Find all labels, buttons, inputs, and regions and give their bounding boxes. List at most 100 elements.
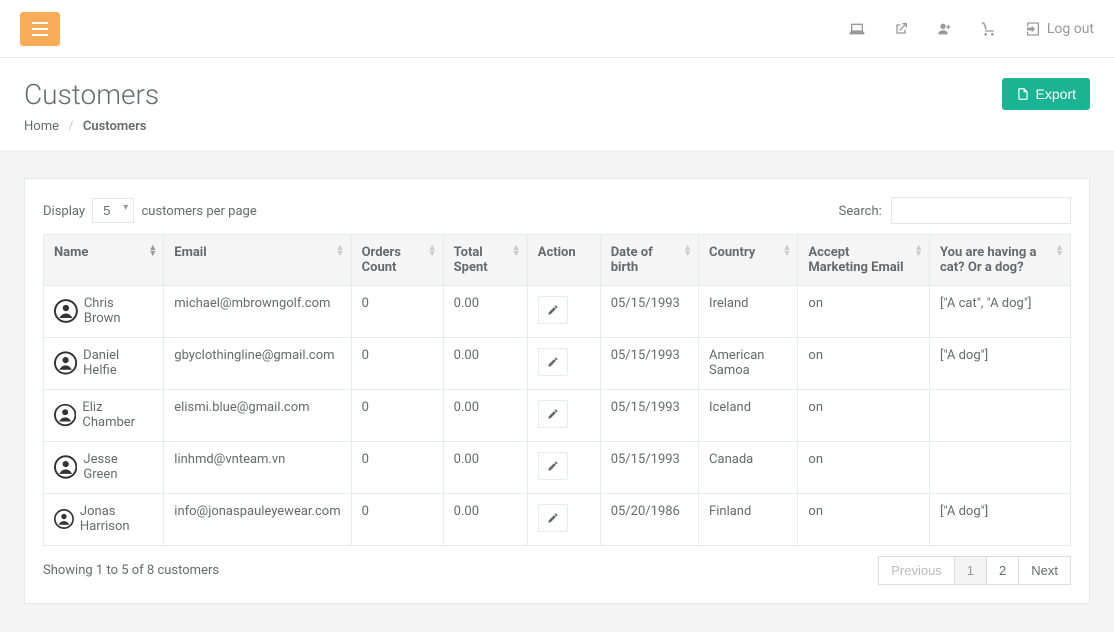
display-length-control: Display 5 customers per page	[43, 198, 257, 223]
cell-marketing: on	[798, 338, 930, 390]
cell-pet	[930, 442, 1071, 494]
sort-icon: ▲▼	[914, 245, 923, 257]
edit-row-button[interactable]	[538, 504, 568, 532]
cell-pet: ["A cat", "A dog"]	[930, 286, 1071, 338]
cell-dob: 05/15/1993	[600, 442, 698, 494]
user-avatar-icon	[54, 507, 74, 531]
user-avatar-icon	[54, 351, 77, 375]
cell-orders: 0	[351, 494, 443, 546]
edit-icon	[547, 304, 559, 316]
edit-row-button[interactable]	[538, 296, 568, 324]
cell-dob: 05/15/1993	[600, 390, 698, 442]
sort-icon: ▲▼	[428, 245, 437, 257]
table-row: Eliz Chamber elismi.blue@gmail.com00.00 05…	[44, 390, 1071, 442]
external-link-icon[interactable]	[893, 21, 909, 37]
bars-icon	[32, 22, 48, 36]
cell-country: Finland	[699, 494, 798, 546]
page-2-button[interactable]: 2	[986, 556, 1019, 585]
add-user-icon[interactable]	[937, 21, 953, 37]
logout-icon	[1025, 21, 1041, 37]
cell-marketing: on	[798, 286, 930, 338]
cell-orders: 0	[351, 390, 443, 442]
col-spent[interactable]: Total Spent▲▼	[443, 235, 527, 286]
col-marketing[interactable]: Accept Marketing Email▲▼	[798, 235, 930, 286]
table-row: Daniel Helfie gbyclothingline@gmail.com0 0…	[44, 338, 1071, 390]
cell-marketing: on	[798, 494, 930, 546]
sort-icon: ▲▼	[683, 245, 692, 257]
cell-spent: 0.00	[443, 390, 527, 442]
cell-dob: 05/20/1986	[600, 494, 698, 546]
cart-icon[interactable]	[981, 21, 997, 37]
cell-email: linhmd@vnteam.vn	[164, 442, 351, 494]
cell-pet: ["A dog"]	[930, 338, 1071, 390]
edit-icon	[547, 356, 559, 368]
cell-orders: 0	[351, 286, 443, 338]
search-input[interactable]	[891, 197, 1071, 224]
table-info: Showing 1 to 5 of 8 customers	[43, 563, 219, 578]
export-button[interactable]: Export	[1002, 78, 1090, 110]
logout-link[interactable]: Log out	[1025, 21, 1094, 37]
breadcrumb: Home / Customers	[24, 119, 159, 134]
cell-spent: 0.00	[443, 442, 527, 494]
breadcrumb-current: Customers	[83, 119, 147, 134]
edit-row-button[interactable]	[538, 348, 568, 376]
cell-orders: 0	[351, 442, 443, 494]
next-page-button[interactable]: Next	[1018, 556, 1071, 585]
col-country[interactable]: Country▲▼	[699, 235, 798, 286]
sort-icon: ▲▼	[336, 245, 345, 257]
col-email[interactable]: Email▲▼	[164, 235, 351, 286]
cell-marketing: on	[798, 442, 930, 494]
cell-country: Ireland	[699, 286, 798, 338]
edit-icon	[547, 408, 559, 420]
sort-icon: ▲▼	[783, 245, 792, 257]
logout-label: Log out	[1047, 21, 1094, 37]
cell-spent: 0.00	[443, 286, 527, 338]
user-avatar-icon	[54, 403, 76, 427]
cell-name: Eliz Chamber	[82, 400, 153, 430]
cell-orders: 0	[351, 338, 443, 390]
cell-pet	[930, 390, 1071, 442]
customers-table: Name▲▼ Email▲▼ Orders Count▲▼ Total Spen…	[43, 234, 1071, 546]
edit-row-button[interactable]	[538, 452, 568, 480]
sort-icon: ▲▼	[148, 245, 157, 257]
cell-dob: 05/15/1993	[600, 338, 698, 390]
cell-name: Daniel Helfie	[83, 348, 153, 378]
user-avatar-icon	[54, 455, 77, 479]
cell-marketing: on	[798, 390, 930, 442]
cell-name: Chris Brown	[84, 296, 153, 326]
edit-icon	[547, 460, 559, 472]
cell-country: Canada	[699, 442, 798, 494]
page-1-button[interactable]: 1	[954, 556, 987, 585]
cell-email: info@jonaspauleyewear.com	[164, 494, 351, 546]
col-dob[interactable]: Date of birth▲▼	[600, 235, 698, 286]
user-avatar-icon	[54, 299, 78, 323]
cell-dob: 05/15/1993	[600, 286, 698, 338]
prev-page-button[interactable]: Previous	[878, 556, 955, 585]
col-orders[interactable]: Orders Count▲▼	[351, 235, 443, 286]
cell-country: Iceland	[699, 390, 798, 442]
laptop-icon[interactable]	[849, 21, 865, 37]
cell-country: American Samoa	[699, 338, 798, 390]
cell-email: gbyclothingline@gmail.com	[164, 338, 351, 390]
col-name[interactable]: Name▲▼	[44, 235, 164, 286]
export-label: Export	[1036, 86, 1076, 102]
file-export-icon	[1016, 87, 1030, 101]
page-length-select[interactable]: 5	[92, 198, 134, 223]
table-row: Jesse Green linhmd@vnteam.vn00.00 05/15/19…	[44, 442, 1071, 494]
cell-pet: ["A dog"]	[930, 494, 1071, 546]
edit-row-button[interactable]	[538, 400, 568, 428]
cell-spent: 0.00	[443, 494, 527, 546]
col-action: Action	[527, 235, 600, 286]
cell-name: Jonas Harrison	[80, 504, 153, 534]
pagination: Previous 1 2 Next	[879, 556, 1071, 585]
table-row: Chris Brown michael@mbrowngolf.com00.00 05…	[44, 286, 1071, 338]
sort-icon: ▲▼	[1055, 245, 1064, 257]
sort-icon: ▲▼	[512, 245, 521, 257]
cell-email: elismi.blue@gmail.com	[164, 390, 351, 442]
cell-name: Jesse Green	[83, 452, 153, 482]
breadcrumb-home[interactable]: Home	[24, 119, 59, 134]
menu-toggle-button[interactable]	[20, 12, 60, 46]
cell-email: michael@mbrowngolf.com	[164, 286, 351, 338]
page-title: Customers	[24, 78, 159, 111]
col-pet[interactable]: You are having a cat? Or a dog?▲▼	[930, 235, 1071, 286]
